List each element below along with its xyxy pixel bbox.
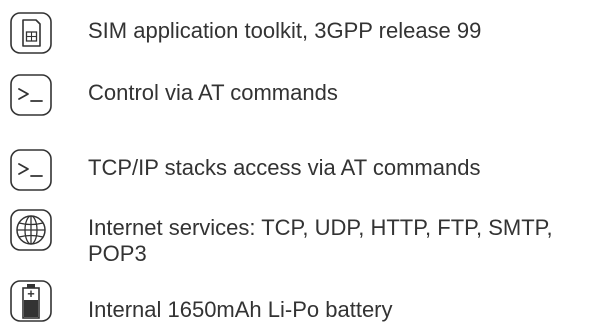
feature-text: Internet services: TCP, UDP, HTTP, FTP, … [88, 215, 553, 266]
globe-icon [8, 207, 54, 253]
terminal-prompt-icon [8, 147, 54, 193]
feature-text: Internal 1650mAh Li-Po battery [88, 297, 393, 322]
feature-text: Control via AT commands [88, 80, 338, 105]
feature-text: SIM application toolkit, 3GPP release 99 [88, 18, 482, 43]
feature-text: TCP/IP stacks access via AT commands [88, 155, 481, 180]
feature-list: SIM application toolkit, 3GPP release 99… [0, 0, 593, 323]
terminal-prompt-icon [8, 72, 54, 118]
battery-icon [8, 278, 54, 324]
sim-card-icon [8, 10, 54, 56]
